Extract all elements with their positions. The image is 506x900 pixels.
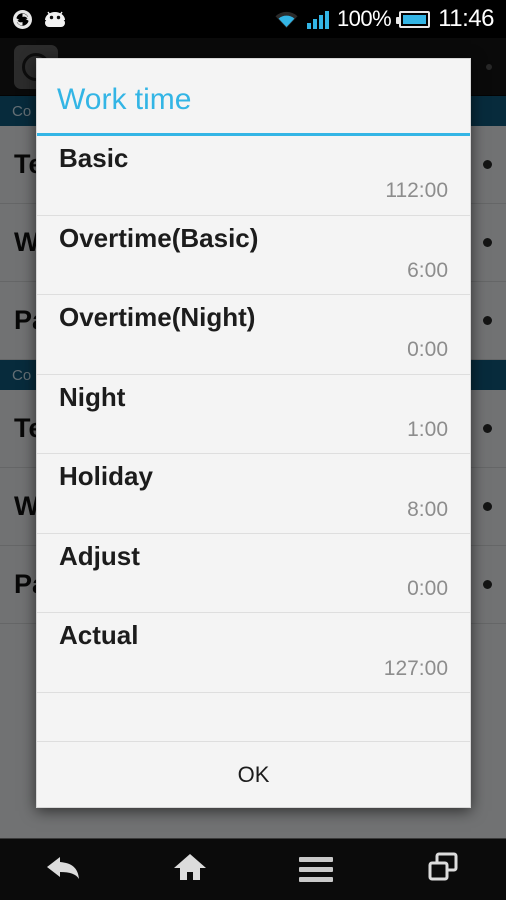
work-time-rows: Basic 112:00 Overtime(Basic) 6:00 Overti… [37,136,470,741]
work-time-label: Holiday [59,461,153,492]
dialog-footer: OK [37,741,470,807]
work-time-row: Basic 112:00 [37,136,470,216]
work-time-row: Adjust 0:00 [37,533,470,614]
work-time-value: 0:00 [407,577,448,601]
work-time-value: 8:00 [407,497,448,521]
home-button[interactable] [127,839,254,900]
recents-icon [426,851,460,888]
work-time-value: 0:00 [407,338,448,362]
dialog-title: Work time [57,83,192,116]
work-time-row: Overtime(Basic) 6:00 [37,215,470,296]
status-bar-left-icons [0,9,68,30]
home-icon [172,851,208,888]
battery-icon [396,10,431,28]
android-icon [42,10,68,29]
status-bar-right-icons: 100% 11:46 [274,5,506,33]
work-time-value: 1:00 [407,417,448,441]
menu-icon [299,852,334,887]
wifi-icon [274,10,299,29]
work-time-row: Holiday 8:00 [37,454,470,534]
work-time-row: Actual 127:00 [37,613,470,693]
work-time-label: Actual [59,620,139,651]
menu-button[interactable] [253,839,380,900]
navigation-bar [0,838,506,900]
work-time-value: 112:00 [385,179,448,203]
battery-percent-label: 100% [336,6,392,31]
work-time-row: Night 1:00 [37,374,470,455]
work-time-label: Basic [59,143,129,173]
back-button[interactable] [0,839,127,900]
sync-icon [12,9,33,30]
work-time-label: Overtime(Night) [59,302,256,333]
clock-label: 11:46 [438,5,494,32]
status-bar: 100% 11:46 [0,0,506,38]
back-icon [43,852,83,887]
work-time-label: Overtime(Basic) [59,222,259,253]
recents-button[interactable] [380,839,506,900]
work-time-dialog: Work time Basic 112:00 Overtime(Basic) 6… [36,58,471,808]
work-time-label: Adjust [59,540,140,571]
ok-button[interactable]: OK [37,742,470,807]
phone-screen: 100% 11:46 Co Te W Pa Co [0,0,506,900]
work-time-label: Night [59,381,126,412]
signal-icon [306,10,329,29]
work-time-row: Overtime(Night) 0:00 [37,295,470,375]
work-time-value: 127:00 [383,656,448,680]
dialog-title-area: Work time [37,59,470,133]
work-time-value: 6:00 [407,258,448,282]
